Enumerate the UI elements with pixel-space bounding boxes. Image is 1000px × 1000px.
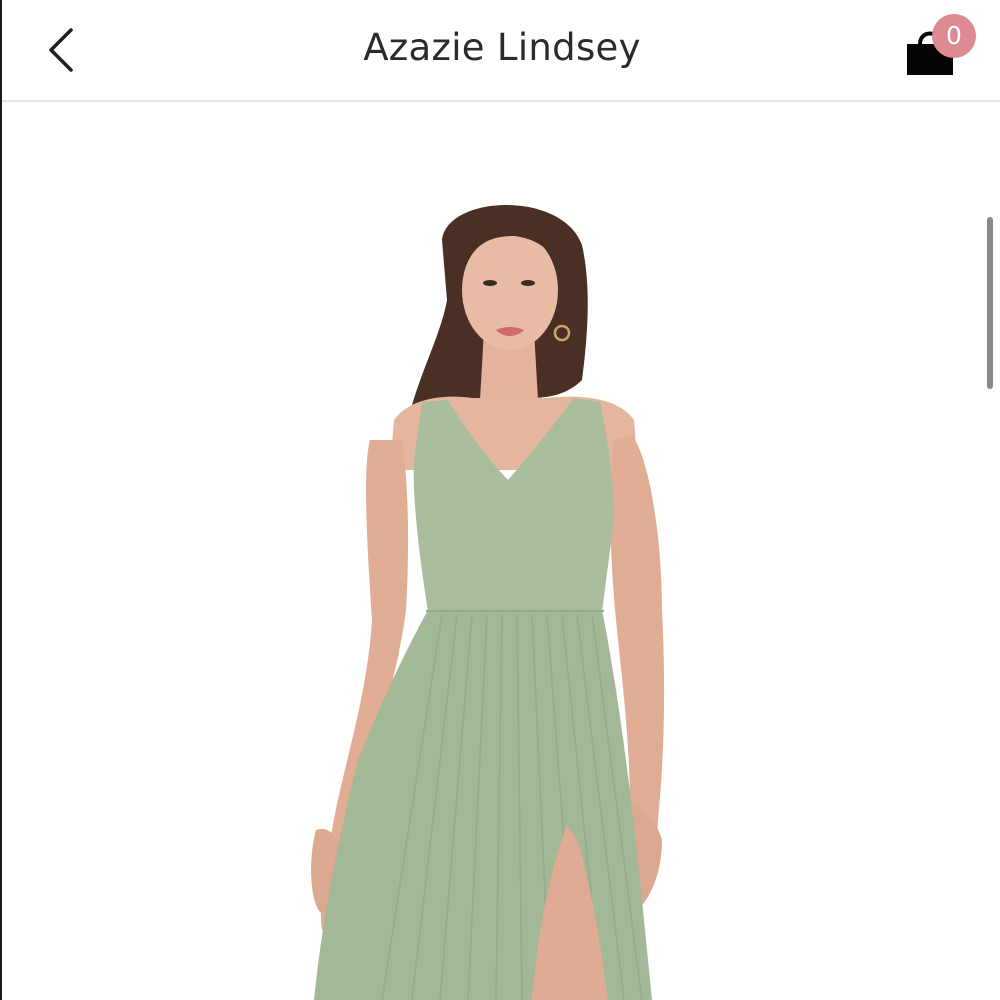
- cart-button[interactable]: 0: [898, 10, 982, 84]
- scrollbar-thumb[interactable]: [987, 217, 993, 389]
- page-title: Azazie Lindsey: [363, 26, 641, 69]
- product-image-viewer[interactable]: [2, 104, 1000, 1000]
- cart-count-badge: 0: [932, 14, 976, 58]
- app-screen: Azazie Lindsey 0: [0, 0, 1000, 1000]
- dress-photo[interactable]: [2, 104, 1000, 1000]
- top-navigation-bar: Azazie Lindsey 0: [2, 0, 1000, 102]
